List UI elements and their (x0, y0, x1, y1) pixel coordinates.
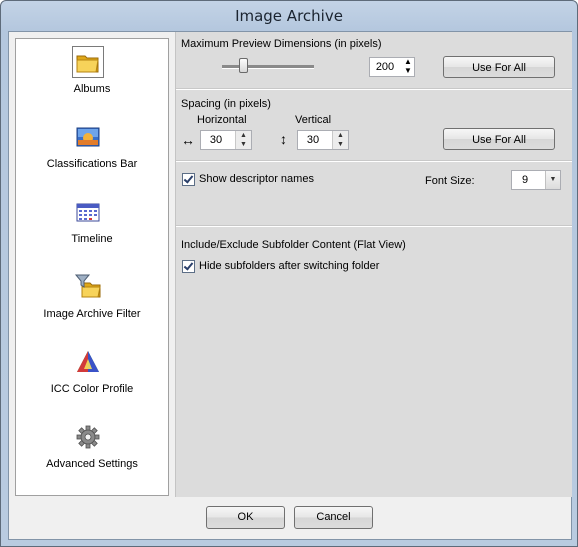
classifications-bar-icon (73, 122, 103, 152)
sidebar-item-advanced-settings[interactable]: Advanced Settings (16, 420, 168, 495)
spin-arrows-icon[interactable]: ▲ ▼ (235, 131, 251, 149)
sidebar-item-icc-color-profile[interactable]: ICC Color Profile (16, 345, 168, 420)
horizontal-label: Horizontal (197, 114, 247, 126)
dialog-window: Image Archive Albums Classifications Bar… (0, 0, 578, 547)
section-divider (176, 225, 572, 227)
window-title: Image Archive (235, 7, 343, 25)
sidebar-item-timeline[interactable]: Timeline (16, 195, 168, 270)
preview-use-for-all-button[interactable]: Use For All (443, 56, 555, 78)
spacing-heading: Spacing (in pixels) (181, 98, 271, 110)
font-size-dropdown[interactable]: 9 ▼ (511, 170, 561, 190)
color-profile-icon (73, 347, 103, 377)
font-size-label: Font Size: (425, 175, 475, 187)
slider-track (222, 65, 314, 69)
sidebar-item-label: Classifications Bar (46, 158, 138, 170)
show-descriptor-names-checkbox[interactable] (182, 173, 195, 186)
section-divider (176, 160, 572, 162)
vertical-spacing-spinbox[interactable]: 30 ▲ ▼ (297, 130, 349, 150)
horizontal-spacing-value: 30 (209, 134, 223, 146)
hide-subfolders-label[interactable]: Hide subfolders after switching folder (199, 260, 379, 272)
horizontal-spacing-spinbox[interactable]: 30 ▲ ▼ (200, 130, 252, 150)
sidebar-item-label: ICC Color Profile (50, 383, 134, 395)
albums-folder-icon (72, 46, 104, 78)
horizontal-arrows-icon: ↔ (181, 132, 195, 148)
spin-arrows-icon[interactable]: ▲ ▼ (332, 131, 348, 149)
gear-icon (73, 422, 103, 452)
chevron-down-icon[interactable]: ▼ (545, 171, 560, 189)
spacing-use-for-all-button[interactable]: Use For All (443, 128, 555, 150)
sidebar-item-label: Image Archive Filter (43, 308, 141, 320)
subfolder-heading: Include/Exclude Subfolder Content (Flat … (181, 239, 406, 251)
sidebar-item-label: Timeline (71, 233, 113, 245)
sidebar-item-image-archive-filter[interactable]: Image Archive Filter (16, 270, 168, 345)
sidebar-item-classifications-bar[interactable]: Classifications Bar (16, 120, 168, 195)
sidebar-item-albums[interactable]: Albums (16, 45, 168, 120)
timeline-calendar-icon (73, 197, 103, 227)
preview-dimensions-heading: Maximum Preview Dimensions (in pixels) (181, 38, 382, 50)
vertical-arrows-icon: ↕ (280, 131, 287, 147)
slider-thumb[interactable] (238, 58, 248, 73)
show-descriptor-names-label[interactable]: Show descriptor names (199, 173, 314, 185)
font-size-value: 9 (522, 174, 529, 186)
settings-category-list[interactable]: Albums Classifications Bar Timeline Imag… (15, 38, 169, 496)
section-divider (176, 88, 572, 90)
ok-button[interactable]: OK (206, 506, 285, 529)
preview-size-value: 200 (375, 61, 395, 73)
preview-size-slider[interactable] (220, 58, 316, 76)
hide-subfolders-checkbox[interactable] (182, 260, 195, 273)
vertical-label: Vertical (295, 114, 332, 126)
cancel-button[interactable]: Cancel (294, 506, 373, 529)
filter-icon (73, 272, 103, 302)
vertical-spacing-value: 30 (306, 134, 320, 146)
spin-arrows-icon[interactable]: ▲ ▼ (402, 57, 414, 77)
settings-panel: Maximum Preview Dimensions (in pixels) 2… (175, 32, 572, 497)
sidebar-item-label: Albums (73, 83, 111, 95)
dialog-client-area: Albums Classifications Bar Timeline Imag… (8, 31, 572, 540)
sidebar-item-label: Advanced Settings (46, 458, 138, 470)
